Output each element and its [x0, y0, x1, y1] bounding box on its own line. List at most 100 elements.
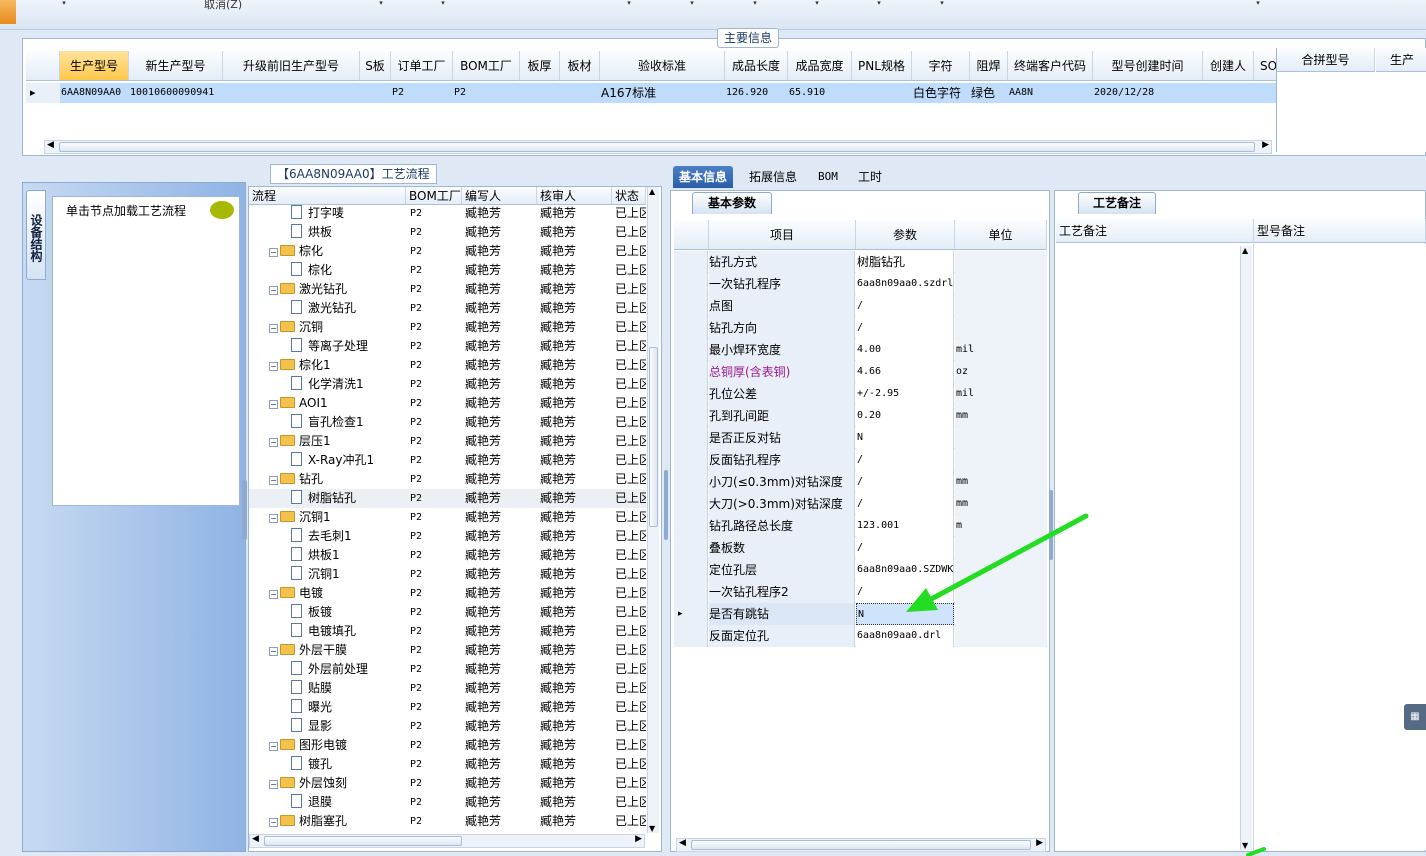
tree-folder-node[interactable]: − 钻孔 P2 臧艳芳 臧艳芳 已上区 — [249, 470, 646, 489]
merge-model-header[interactable]: 合拼型号 — [1277, 48, 1375, 72]
collapse-icon[interactable]: − — [269, 362, 278, 371]
tree-folder-node[interactable]: − 图形电镀 P2 臧艳芳 臧艳芳 已上区 — [249, 736, 646, 755]
tree-leaf-node[interactable]: 镀孔 P2 臧艳芳 臧艳芳 已上区 — [249, 755, 646, 774]
scroll-up-icon[interactable]: ▲ — [1242, 246, 1248, 255]
param-value-field[interactable]: 4.00 — [856, 339, 954, 361]
param-row[interactable]: 钻孔方向 / — [674, 317, 1047, 339]
main-cell[interactable]: AA8N — [1008, 83, 1093, 103]
tree-leaf-node[interactable]: 沉铜1 P2 臧艳芳 臧艳芳 已上区 — [249, 565, 646, 584]
row-indicator[interactable] — [674, 537, 708, 559]
row-indicator[interactable] — [674, 493, 708, 515]
tree-folder-node[interactable]: − 树脂塞孔 P2 臧艳芳 臧艳芳 已上区 — [249, 812, 646, 831]
chevron-down-icon[interactable]: ▾ — [938, 0, 946, 7]
basic-params-tab[interactable]: 基本参数 — [692, 192, 772, 214]
collapse-icon[interactable]: − — [269, 514, 278, 523]
param-row[interactable]: 反面钻孔程序 / — [674, 449, 1047, 471]
main-cell[interactable] — [223, 83, 360, 103]
param-value-field[interactable]: 6aa8n09aa0.drl — [856, 625, 954, 647]
tree-leaf-node[interactable]: X-Ray冲孔1 P2 臧艳芳 臧艳芳 已上区 — [249, 451, 646, 470]
collapse-icon[interactable]: − — [269, 248, 278, 257]
collapse-icon[interactable]: − — [269, 818, 278, 827]
notes-vscroll[interactable]: ▲ ▼ — [1240, 246, 1252, 850]
row-indicator[interactable]: ▸ — [26, 83, 60, 103]
main-cell[interactable] — [1203, 83, 1254, 103]
main-cell[interactable]: 65.910 — [788, 83, 852, 103]
row-indicator[interactable] — [674, 405, 708, 427]
tree-folder-node[interactable]: − AOI1 P2 臧艳芳 臧艳芳 已上区 — [249, 394, 646, 413]
param-row[interactable]: 小刀(≤0.3mm)对钻深度 / mm — [674, 471, 1047, 493]
tree-leaf-node[interactable]: 棕化 P2 臧艳芳 臧艳芳 已上区 — [249, 261, 646, 280]
scroll-left-icon[interactable]: ◀ — [679, 838, 686, 848]
main-col-header[interactable]: 成品长度 — [725, 51, 788, 81]
grip-icon[interactable]: ▦ — [1404, 704, 1426, 730]
tree-leaf-node[interactable]: 外层前处理 P2 臧艳芳 臧艳芳 已上区 — [249, 660, 646, 679]
chevron-down-icon[interactable]: ▾ — [688, 0, 696, 7]
col-bom-factory[interactable]: BOM工厂 — [406, 187, 462, 205]
scroll-left-icon[interactable]: ◀ — [47, 140, 54, 150]
chevron-down-icon[interactable]: ▾ — [439, 0, 447, 7]
process-notes-tab[interactable]: 工艺备注 — [1078, 192, 1156, 214]
chevron-down-icon[interactable]: ▾ — [813, 0, 821, 7]
param-hscroll[interactable]: ◀ ▶ — [676, 838, 1046, 852]
collapse-icon[interactable]: − — [269, 324, 278, 333]
collapse-icon[interactable]: − — [269, 400, 278, 409]
collapse-icon[interactable]: − — [269, 590, 278, 599]
chevron-down-icon[interactable]: ▾ — [60, 0, 68, 7]
tab-work-hours[interactable]: 工时 — [852, 166, 888, 188]
tree-leaf-node[interactable]: 化学清洗1 P2 臧艳芳 臧艳芳 已上区 — [249, 375, 646, 394]
tree-folder-node[interactable]: − 层压1 P2 臧艳芳 臧艳芳 已上区 — [249, 432, 646, 451]
main-col-header[interactable]: S板 — [360, 51, 391, 81]
scroll-right-icon[interactable]: ▶ — [1036, 838, 1043, 848]
main-col-header[interactable]: 成品宽度 — [788, 51, 852, 81]
main-cell[interactable]: 绿色 — [970, 83, 1008, 103]
row-indicator[interactable] — [674, 251, 708, 273]
param-value-field[interactable]: 4.66 — [856, 361, 954, 383]
scrollbar-thumb[interactable] — [691, 840, 1031, 850]
tree-leaf-node[interactable]: 退膜 P2 臧艳芳 臧艳芳 已上区 — [249, 793, 646, 812]
scroll-down-icon[interactable]: ▼ — [649, 824, 655, 833]
tree-leaf-node[interactable]: 电镀填孔 P2 臧艳芳 臧艳芳 已上区 — [249, 622, 646, 641]
param-row[interactable]: 反面定位孔 6aa8n09aa0.drl — [674, 625, 1047, 647]
chevron-down-icon[interactable]: ▾ — [625, 0, 633, 7]
tree-leaf-node[interactable]: 激光钻孔 P2 臧艳芳 臧艳芳 已上区 — [249, 299, 646, 318]
equipment-structure-tab[interactable]: 设备结构 — [26, 190, 46, 280]
scroll-right-icon[interactable]: ▶ — [635, 834, 642, 844]
main-col-header[interactable]: 新生产型号 — [129, 51, 223, 81]
tree-folder-node[interactable]: − 激光钻孔 P2 臧艳芳 臧艳芳 已上区 — [249, 280, 646, 299]
tree-leaf-node[interactable]: 烘板 P2 臧艳芳 臧艳芳 已上区 — [249, 223, 646, 242]
main-cell[interactable]: 白色字符 — [912, 83, 970, 103]
main-cell[interactable]: P2 — [453, 83, 520, 103]
row-indicator[interactable] — [674, 515, 708, 537]
param-value-field[interactable]: 0.20 — [856, 405, 954, 427]
main-col-header[interactable]: 板材 — [560, 51, 600, 81]
main-col-header[interactable]: 终端客户代码 — [1008, 51, 1093, 81]
chevron-down-icon[interactable]: ▾ — [1254, 0, 1262, 7]
chevron-down-icon[interactable]: ▾ — [377, 0, 385, 7]
scrollbar-thumb[interactable] — [649, 347, 658, 527]
scroll-right-icon[interactable]: ▶ — [1262, 140, 1269, 150]
col-status[interactable]: 状态 — [612, 187, 646, 205]
row-indicator[interactable] — [674, 471, 708, 493]
param-value-field[interactable]: N — [856, 427, 954, 449]
scrollbar-thumb[interactable] — [264, 836, 462, 846]
tab-extended-info[interactable]: 拓展信息 — [743, 166, 803, 188]
tree-leaf-node[interactable]: 盲孔检查1 P2 臧艳芳 臧艳芳 已上区 — [249, 413, 646, 432]
main-cell[interactable]: 6AA8N09AA0 — [60, 83, 129, 103]
tree-folder-node[interactable]: − 电镀 P2 臧艳芳 臧艳芳 已上区 — [249, 584, 646, 603]
tree-vscroll[interactable]: ▲ ▼ — [647, 187, 659, 833]
main-cell[interactable] — [852, 83, 912, 103]
param-row[interactable]: 最小焊环宽度 4.00 mil — [674, 339, 1047, 361]
row-indicator[interactable] — [674, 295, 708, 317]
splitter-handle[interactable] — [664, 470, 668, 540]
chevron-down-icon[interactable]: ▾ — [751, 0, 759, 7]
main-col-header[interactable]: 验收标准 — [600, 51, 725, 81]
param-value-field[interactable]: / — [856, 471, 954, 493]
cancel-label[interactable]: 取消(Z) — [204, 0, 242, 12]
main-cell[interactable]: 10010600090941 — [129, 83, 223, 103]
main-cell[interactable]: A167标准 — [600, 83, 725, 103]
collapse-icon[interactable]: − — [269, 476, 278, 485]
main-col-header[interactable]: 生产型号 — [60, 51, 129, 81]
scrollbar-thumb[interactable] — [59, 142, 1255, 152]
param-row[interactable]: 孔位公差 +/-2.95 mil — [674, 383, 1047, 405]
tree-leaf-node[interactable]: 等离子处理 P2 臧艳芳 臧艳芳 已上区 — [249, 337, 646, 356]
